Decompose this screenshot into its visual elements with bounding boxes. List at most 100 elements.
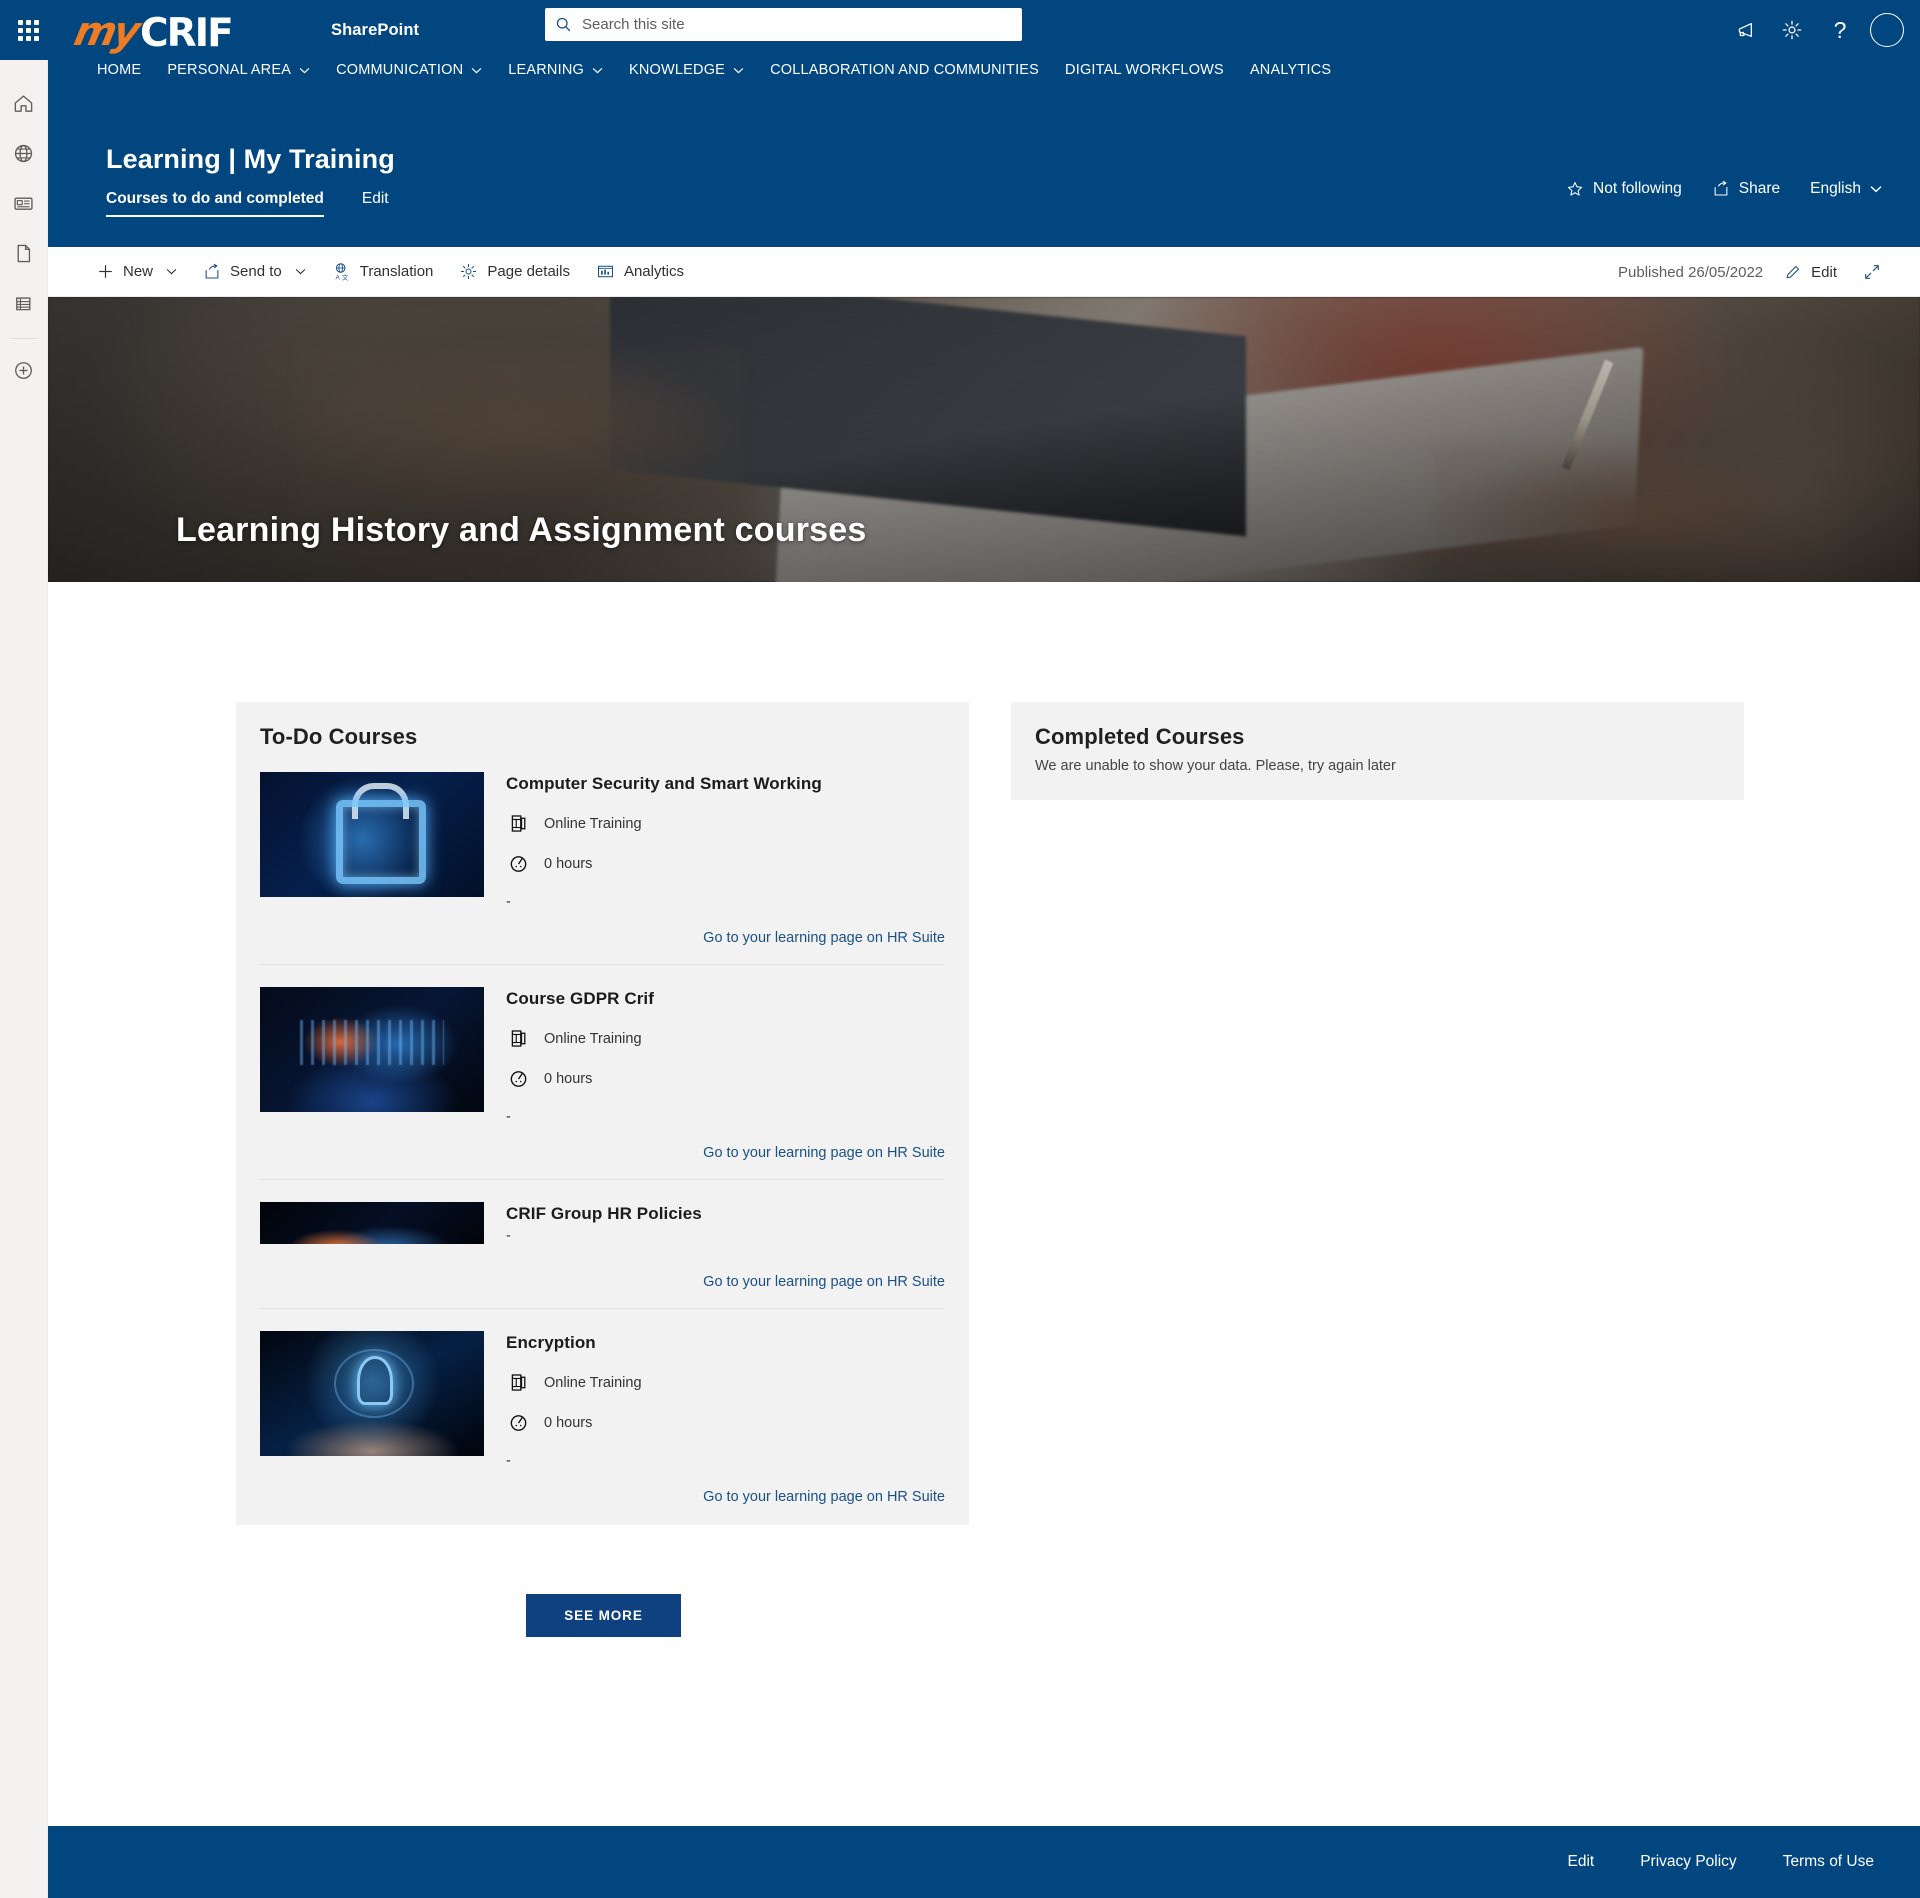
- new-button[interactable]: New: [84, 247, 190, 297]
- course-extra: -: [506, 1453, 511, 1469]
- chevron-down-icon: [592, 67, 603, 73]
- webpart-row: To-Do Courses Computer Security and Smar…: [236, 702, 1744, 1525]
- waffle-icon: [17, 19, 39, 41]
- help-icon[interactable]: ?: [1816, 6, 1864, 54]
- course-hr-suite-link[interactable]: Go to your learning page on HR Suite: [506, 1489, 945, 1505]
- online-training-icon: [506, 1372, 530, 1393]
- page-footer: Edit Privacy Policy Terms of Use: [48, 1826, 1920, 1898]
- full-screen-button[interactable]: [1850, 247, 1894, 297]
- course-thumbnail-lock[interactable]: [260, 772, 484, 897]
- send-to-label: Send to: [230, 263, 282, 280]
- plus-icon: [99, 265, 112, 278]
- course-duration: 0 hours: [544, 1414, 593, 1431]
- online-training-icon: [506, 813, 530, 834]
- document-icon[interactable]: [0, 228, 48, 278]
- nav-item-communication[interactable]: COMMUNICATION: [323, 48, 495, 92]
- course-extra: -: [506, 894, 511, 910]
- share-icon: [1714, 180, 1728, 196]
- course-hr-suite-link[interactable]: Go to your learning page on HR Suite: [506, 1145, 945, 1161]
- chevron-down-icon: [295, 268, 306, 275]
- todo-courses-panel: To-Do Courses Computer Security and Smar…: [236, 702, 969, 1525]
- left-rail: [0, 60, 48, 1898]
- not-following-label: Not following: [1593, 180, 1682, 197]
- course-item[interactable]: Computer Security and Smart Working Onli…: [260, 750, 945, 946]
- chevron-down-icon: [166, 268, 177, 275]
- footer-link-terms-of-use[interactable]: Terms of Use: [1783, 1853, 1874, 1871]
- course-thumbnail-hr-policies[interactable]: [260, 1202, 484, 1244]
- nav-label: HOME: [97, 62, 142, 78]
- gear-icon[interactable]: [1768, 6, 1816, 54]
- search-input[interactable]: [582, 16, 1012, 33]
- page-subtabs: Courses to do and completed Edit: [106, 190, 389, 217]
- course-thumbnail-data[interactable]: [260, 987, 484, 1112]
- command-bar: New Send to A 文 Translation Page details…: [48, 247, 1920, 297]
- avatar[interactable]: [1870, 13, 1904, 47]
- page-title: Learning | My Training: [106, 144, 395, 174]
- send-to-button[interactable]: Send to: [190, 247, 319, 297]
- globe-icon[interactable]: [0, 128, 48, 178]
- course-mode: Online Training: [544, 1374, 642, 1391]
- page-details-label: Page details: [487, 263, 570, 280]
- nav-item-knowledge[interactable]: KNOWLEDGE: [616, 48, 757, 92]
- edit-page-button[interactable]: Edit: [1771, 247, 1850, 297]
- svg-text:文: 文: [342, 272, 349, 281]
- news-icon[interactable]: [0, 178, 48, 228]
- course-item[interactable]: CRIF Group HR Policies - Go to your lear…: [260, 1179, 945, 1290]
- course-hr-suite-link[interactable]: Go to your learning page on HR Suite: [506, 930, 945, 946]
- search-box[interactable]: [545, 8, 1022, 41]
- see-more-button[interactable]: SEE MORE: [526, 1594, 681, 1637]
- home-icon[interactable]: [0, 78, 48, 128]
- nav-label: PERSONAL AREA: [167, 62, 292, 78]
- chevron-down-icon: [471, 67, 482, 73]
- logo-my-text: my: [70, 9, 142, 55]
- hero-banner: Learning History and Assignment courses: [48, 297, 1920, 582]
- course-details: Encryption Online Training 0 hours - Go …: [506, 1331, 945, 1505]
- language-selector[interactable]: English: [1810, 180, 1882, 198]
- translation-button[interactable]: A 文 Translation: [319, 247, 447, 297]
- course-thumbnail-rocket[interactable]: [260, 1331, 484, 1456]
- new-label: New: [123, 263, 154, 280]
- nav-label: COMMUNICATION: [336, 62, 464, 78]
- not-following-button[interactable]: Not following: [1566, 180, 1682, 198]
- footer-link-edit[interactable]: Edit: [1568, 1853, 1595, 1871]
- nav-item-learning[interactable]: LEARNING: [495, 48, 616, 92]
- translation-label: Translation: [359, 263, 434, 280]
- chevron-down-icon: [1870, 186, 1882, 193]
- tab-edit[interactable]: Edit: [362, 190, 389, 215]
- chevron-down-icon: [733, 67, 744, 73]
- course-details: Computer Security and Smart Working Onli…: [506, 772, 945, 946]
- pages-icon[interactable]: [0, 278, 48, 328]
- nav-item-digital-workflows[interactable]: DIGITAL WORKFLOWS: [1052, 48, 1237, 92]
- course-duration-row: 0 hours: [506, 1412, 945, 1433]
- nav-item-analytics[interactable]: ANALYTICS: [1237, 48, 1344, 92]
- expand-icon: [1865, 265, 1879, 279]
- tab-courses-to-do-and-completed[interactable]: Courses to do and completed: [106, 190, 324, 217]
- course-title: CRIF Group HR Policies: [506, 1204, 702, 1223]
- course-duration-row: 0 hours: [506, 1068, 945, 1089]
- online-training-icon: [506, 1028, 530, 1049]
- app-name: SharePoint: [331, 20, 420, 39]
- course-item[interactable]: Encryption Online Training 0 hours - Go …: [260, 1308, 945, 1505]
- nav-label: LEARNING: [508, 62, 584, 78]
- course-extra: -: [506, 1228, 511, 1244]
- megaphone-icon[interactable]: [1720, 6, 1768, 54]
- add-icon[interactable]: [0, 345, 48, 395]
- page-header-actions: Not following Share English: [1566, 180, 1882, 198]
- chevron-down-icon: [299, 67, 310, 73]
- course-mode: Online Training: [544, 1030, 642, 1047]
- course-item[interactable]: Course GDPR Crif Online Training 0 hours…: [260, 964, 945, 1161]
- nav-item-collaboration-and-communities[interactable]: COLLABORATION AND COMMUNITIES: [757, 48, 1052, 92]
- course-duration: 0 hours: [544, 855, 593, 872]
- footer-link-privacy-policy[interactable]: Privacy Policy: [1640, 1853, 1736, 1871]
- svg-text:A: A: [335, 274, 340, 281]
- course-hr-suite-link[interactable]: Go to your learning page on HR Suite: [506, 1274, 945, 1290]
- nav-label: ANALYTICS: [1249, 62, 1332, 78]
- page-details-button[interactable]: Page details: [446, 247, 583, 297]
- analytics-button[interactable]: Analytics: [583, 247, 697, 297]
- logo-crif-text: CRIF: [140, 11, 234, 56]
- share-button[interactable]: Share: [1712, 180, 1780, 198]
- mycrif-logo[interactable]: my CRIF: [70, 7, 285, 56]
- pencil-icon: [1786, 266, 1800, 279]
- course-title: Computer Security and Smart Working: [506, 774, 822, 793]
- page-header: Learning | My Training Courses to do and…: [48, 92, 1920, 247]
